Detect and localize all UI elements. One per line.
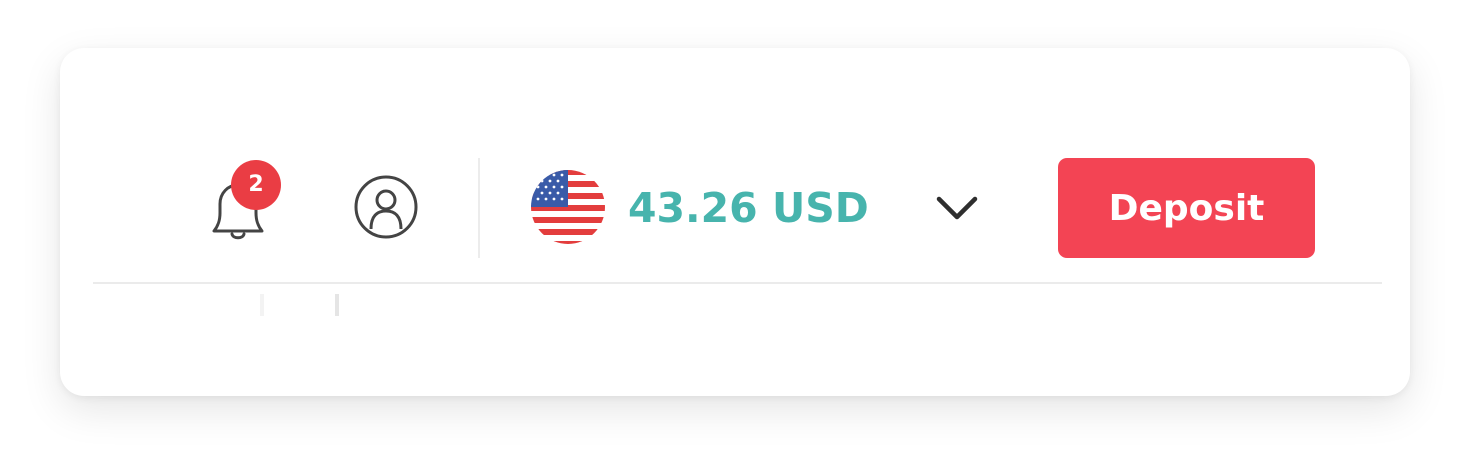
balance-amount: 43.26 USD xyxy=(628,184,869,232)
deposit-button[interactable]: Deposit xyxy=(1058,158,1315,258)
user-circle-icon[interactable] xyxy=(351,174,421,240)
chevron-down-icon[interactable] xyxy=(928,186,986,230)
vertical-divider xyxy=(478,158,480,258)
notification-count-badge: 2 xyxy=(231,160,281,210)
divider-tick xyxy=(335,294,339,316)
divider-tick xyxy=(260,294,264,316)
us-flag-icon xyxy=(531,170,605,244)
header-divider xyxy=(93,282,1382,284)
